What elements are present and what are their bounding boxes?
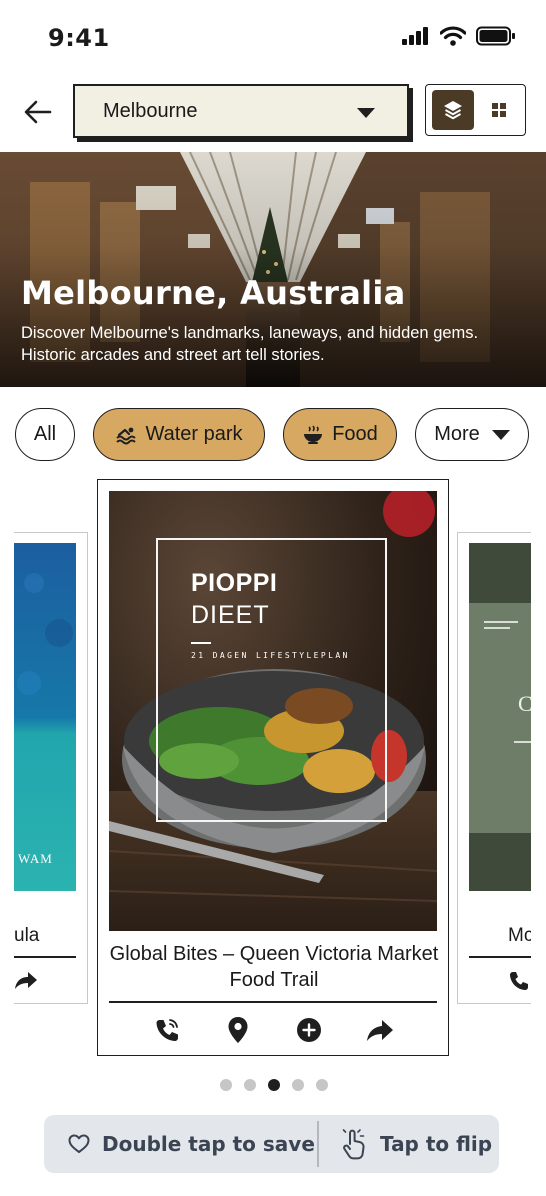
save-hint-label: Double tap to save [102, 1132, 315, 1156]
svg-text:C: C [518, 691, 531, 716]
add-button[interactable] [291, 1012, 327, 1048]
pagination-dot[interactable] [292, 1079, 304, 1091]
chip-more[interactable]: More [415, 408, 529, 461]
chevron-down-icon [491, 429, 510, 440]
side-card-divider [469, 956, 531, 958]
pagination [220, 1079, 328, 1091]
status-bar: 9:41 [0, 0, 546, 76]
side-card-previous[interactable]: WAM ula [14, 532, 88, 1004]
header: Melbourne [0, 84, 546, 140]
swimming-icon [116, 427, 137, 444]
hint-separator [317, 1121, 319, 1167]
call-button[interactable] [149, 1012, 185, 1048]
pagination-dot[interactable] [244, 1079, 256, 1091]
phone-icon [156, 1019, 178, 1042]
hero-description: Discover Melbourne's landmarks, laneways… [21, 324, 479, 364]
grid-view-button[interactable] [478, 90, 520, 130]
hint-bar: Double tap to save Tap to flip [44, 1115, 499, 1173]
cover-dash [191, 642, 211, 644]
pagination-dot[interactable] [316, 1079, 328, 1091]
card-actions [98, 1012, 450, 1048]
pagination-dot-active[interactable] [268, 1079, 280, 1091]
card-cover: PIOPPI DIEET 21 DAGEN LIFESTYLEPLAN [109, 491, 437, 931]
city-select[interactable]: Melbourne [73, 84, 409, 138]
phone-icon[interactable] [508, 970, 530, 992]
save-hint[interactable]: Double tap to save [68, 1132, 315, 1156]
layers-icon [444, 101, 462, 120]
back-button[interactable] [22, 96, 54, 128]
destination-card[interactable]: PIOPPI DIEET 21 DAGEN LIFESTYLEPLAN Glob… [97, 479, 449, 1056]
side-card-cover [14, 543, 76, 891]
back-arrow-icon [24, 100, 52, 124]
filter-chips: All Water park Food More [15, 408, 529, 461]
signal-icon [402, 27, 428, 45]
flip-hint[interactable]: Tap to flip [340, 1128, 492, 1160]
chip-food[interactable]: Food [283, 408, 397, 461]
status-icons [402, 26, 516, 46]
heart-icon [68, 1134, 90, 1153]
chip-label: Water park [145, 423, 243, 445]
pagination-dot[interactable] [220, 1079, 232, 1091]
cover-subtitle-word: DIEET [191, 601, 270, 629]
battery-icon [476, 26, 515, 46]
share-button[interactable] [362, 1012, 398, 1048]
chip-label: All [33, 423, 57, 445]
city-select-value: Melbourne [103, 99, 198, 122]
hero-title: Melbourne, Australia [21, 274, 406, 312]
cover-tagline: 21 DAGEN LIFESTYLEPLAN [191, 651, 350, 660]
chip-label: Food [332, 423, 378, 445]
tap-hand-icon [342, 1129, 365, 1160]
layers-view-button[interactable] [432, 90, 474, 130]
chip-label: More [434, 423, 480, 445]
view-toggle [425, 84, 526, 136]
card-title: Global Bites – Queen Victoria Market Foo… [109, 943, 439, 991]
location-pin-icon [228, 1017, 248, 1043]
side-card-cover: C [469, 543, 531, 891]
chip-all[interactable]: All [15, 408, 75, 461]
share-icon[interactable] [14, 970, 38, 990]
add-icon [297, 1018, 321, 1042]
side-card-caption: ula [14, 925, 40, 946]
bowl-icon [304, 425, 323, 444]
side-card-next[interactable]: C Mc [457, 532, 531, 1004]
location-button[interactable] [220, 1012, 256, 1048]
flip-hint-label: Tap to flip [380, 1132, 493, 1156]
chip-water-park[interactable]: Water park [93, 408, 265, 461]
card-divider [109, 1001, 437, 1003]
cover-title: PIOPPI [191, 569, 278, 597]
chevron-down-icon [357, 108, 375, 118]
side-card-cover-text: WAM [18, 851, 53, 866]
side-card-divider [14, 956, 76, 958]
grid-icon [492, 103, 506, 117]
share-icon [367, 1020, 393, 1041]
wifi-icon [440, 26, 466, 46]
side-card-caption: Mc [508, 925, 531, 946]
hero-banner: Melbourne, Australia Discover Melbourne'… [0, 152, 546, 387]
status-time: 9:41 [48, 24, 110, 52]
